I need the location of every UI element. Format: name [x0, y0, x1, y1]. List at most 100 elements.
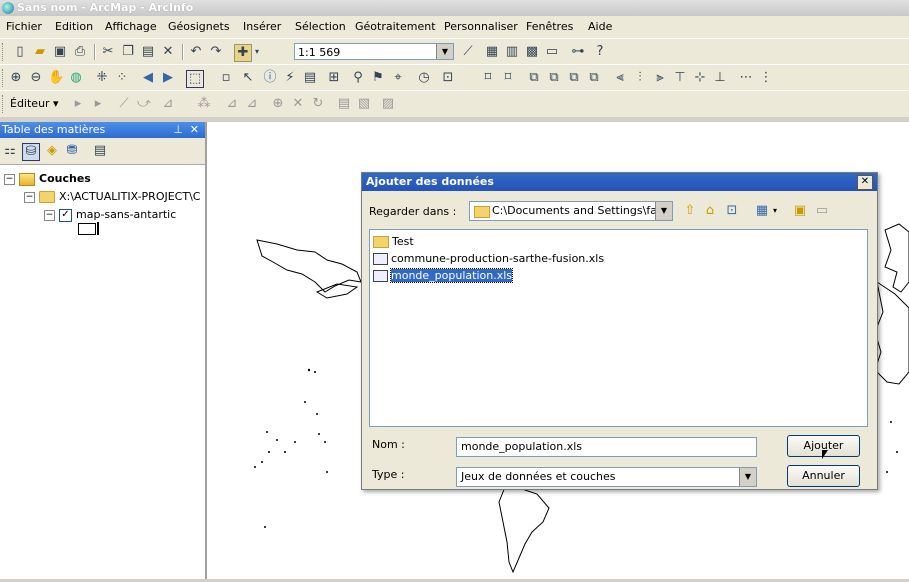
delete-icon[interactable]: ✕ [160, 44, 176, 60]
cancel-button[interactable]: Annuler [787, 465, 860, 487]
chevron-down-icon[interactable]: ▾ [770, 203, 780, 219]
menu-affichage[interactable]: Affichage [105, 20, 157, 33]
model-builder-icon[interactable]: ⊶ [570, 44, 586, 60]
layer-visibility-checkbox[interactable]: ✓ [59, 208, 72, 222]
menu-geosignets[interactable]: Géosignets [168, 20, 230, 33]
trace-icon[interactable]: ⊿ [160, 96, 176, 112]
chevron-down-icon[interactable]: ▼ [655, 202, 672, 220]
straight-segment-icon[interactable]: ⟋ [116, 96, 132, 112]
hyperlink-icon[interactable]: ⚡ [282, 70, 298, 86]
reshape-icon[interactable]: ⊿ [244, 96, 260, 112]
align-right-icon[interactable]: ⫸ [652, 70, 668, 86]
up-one-level-icon[interactable]: ⇧ [682, 203, 698, 219]
toolbar-grip[interactable] [2, 95, 6, 113]
rotate-icon[interactable]: ↻ [310, 96, 326, 112]
connect-folder-icon[interactable]: ⊡ [724, 203, 740, 219]
select-elements-icon[interactable]: ↖ [240, 70, 256, 86]
chevron-down-icon[interactable]: ▼ [739, 468, 756, 486]
arrange-icon[interactable]: ⧉ [566, 70, 582, 86]
pin-icon[interactable]: ⊥ [173, 122, 183, 138]
open-folder-icon[interactable]: ▰ [32, 44, 48, 60]
forward-icon[interactable]: ▶ [160, 70, 176, 86]
toolbar-grip[interactable] [2, 69, 6, 87]
fixed-zoom-out-icon[interactable]: ⁘ [114, 70, 130, 86]
list-item-selected[interactable]: monde_population.xls [373, 268, 513, 283]
arctoolbox-icon[interactable]: ▩ [524, 44, 540, 60]
list-item[interactable]: commune-production-sarthe-fusion.xls [373, 252, 604, 265]
find-icon[interactable]: ⚲ [350, 70, 366, 86]
zoom-in-icon[interactable]: ⊕ [8, 70, 24, 86]
collapse-icon[interactable]: − [24, 191, 35, 203]
close-icon[interactable]: ✕ [857, 175, 873, 190]
close-icon[interactable]: ✕ [190, 122, 199, 138]
toolbar-grip[interactable] [2, 43, 6, 61]
align-center-icon[interactable]: ⫶ [632, 70, 648, 86]
arrange-icon[interactable]: ⧉ [586, 70, 602, 86]
redo-icon[interactable]: ↷ [208, 44, 224, 60]
select-features-icon[interactable]: ⬚ [186, 70, 204, 88]
copy-icon[interactable]: ❐ [120, 44, 136, 60]
full-extent-icon[interactable]: ◍ [68, 70, 84, 86]
distribute-icon[interactable]: ⋯ [738, 70, 754, 86]
file-list[interactable]: Test commune-production-sarthe-fusion.xl… [369, 229, 868, 427]
back-icon[interactable]: ◀ [140, 70, 156, 86]
arrange-icon[interactable]: ⧉ [526, 70, 542, 86]
save-icon[interactable]: ▣ [52, 44, 68, 60]
align-tool-icon[interactable]: ⌑ [500, 70, 516, 86]
list-by-drawing-order-icon[interactable]: ⚏ [2, 143, 18, 159]
paste-icon[interactable]: ▤ [140, 44, 156, 60]
tree-root-couches[interactable]: − Couches [4, 172, 91, 186]
print-icon[interactable]: ⎙ [72, 44, 88, 60]
split-tool-icon[interactable]: ✕ [290, 96, 306, 112]
add-data-dropdown-icon[interactable]: ▾ [252, 44, 262, 60]
menu-personnaliser[interactable]: Personnaliser [444, 20, 518, 33]
pan-icon[interactable]: ✋ [48, 70, 64, 86]
align-middle-icon[interactable]: ⊹ [692, 70, 708, 86]
sketch-properties-icon[interactable]: ▧ [356, 96, 372, 112]
menu-inserer[interactable]: Insérer [243, 20, 281, 33]
align-left-icon[interactable]: ⫷ [612, 70, 628, 86]
list-by-visibility-icon[interactable]: ◈ [44, 143, 60, 159]
home-icon[interactable]: ⌂ [702, 203, 718, 219]
add-data-icon[interactable]: ✚ [234, 44, 252, 62]
split-icon[interactable]: ⁂ [196, 96, 212, 112]
look-in-combo[interactable]: C:\Documents and Settings\fabi ▼ [469, 201, 673, 221]
catalog-icon[interactable]: ▭ [814, 203, 830, 219]
html-popup-icon[interactable]: ▤ [302, 70, 318, 86]
options-icon[interactable]: ▤ [92, 143, 108, 159]
undo-icon[interactable]: ↶ [188, 44, 204, 60]
help-icon[interactable]: ? [592, 44, 608, 60]
layer-symbol-swatch[interactable] [78, 223, 96, 235]
create-features-icon[interactable]: ▨ [380, 96, 396, 112]
list-by-source-icon[interactable]: ⛁ [22, 143, 40, 161]
collapse-icon[interactable]: − [44, 209, 55, 221]
measure-icon[interactable]: ⊞ [326, 70, 342, 86]
attributes-icon[interactable]: ▤ [336, 96, 352, 112]
catalog-icon[interactable]: ▦ [484, 44, 500, 60]
tree-layer-item[interactable]: − ✓ map-sans-antartic [44, 208, 176, 222]
edit-tool-icon[interactable]: ▸ [70, 96, 86, 112]
align-bottom-icon[interactable]: ⊥ [712, 70, 728, 86]
clear-selection-icon[interactable]: ▫ [218, 70, 234, 86]
collapse-icon[interactable]: − [4, 173, 15, 185]
arrange-icon[interactable]: ⧉ [546, 70, 562, 86]
end-point-arc-icon[interactable]: ⤻ [136, 96, 152, 112]
menu-fenetres[interactable]: Fenêtres [526, 20, 573, 33]
menu-selection[interactable]: Sélection [295, 20, 346, 33]
edit-annotation-icon[interactable]: ▸ [90, 96, 106, 112]
editor-toolbar-icon[interactable]: ⟋ [460, 44, 476, 60]
edit-vertices-icon[interactable]: ⊿ [224, 96, 240, 112]
align-top-icon[interactable]: ⊤ [672, 70, 688, 86]
view-options-icon[interactable]: ▦ [754, 203, 770, 219]
list-item[interactable]: Test [373, 235, 414, 248]
zoom-out-icon[interactable]: ⊖ [28, 70, 44, 86]
fixed-zoom-in-icon[interactable]: ⁜ [94, 70, 110, 86]
name-input[interactable]: monde_population.xls [456, 437, 757, 457]
menu-geotraitement[interactable]: Géotraitement [355, 20, 436, 33]
menu-aide[interactable]: Aide [588, 20, 612, 33]
time-slider-icon[interactable]: ◷ [416, 70, 432, 86]
list-by-selection-icon[interactable]: ⛃ [64, 143, 80, 159]
identify-icon[interactable]: ⓘ [262, 70, 278, 86]
type-select[interactable]: Jeux de données et couches ▼ [456, 467, 757, 487]
cut-polygons-icon[interactable]: ⊕ [270, 96, 286, 112]
